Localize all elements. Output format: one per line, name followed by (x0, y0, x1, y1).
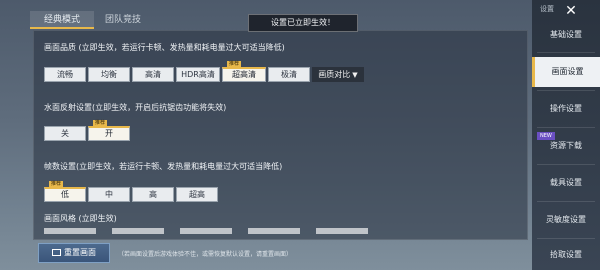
graphics-style-label: 画面风格 (立即生效) (44, 214, 117, 223)
quality-selector: 流畅 均衡 高清 HDR高清 推荐 超高清 极清 画质对比 ▼ (44, 61, 366, 82)
water-option-on[interactable]: 推荐 开 (88, 120, 130, 141)
sidebar-divider (537, 127, 595, 128)
recommended-tag: 推荐 (227, 61, 242, 68)
chevron-down-icon: ▼ (352, 71, 358, 79)
sidebar-item-vehicle[interactable]: 载具设置 (532, 168, 600, 198)
quality-option-balanced[interactable]: 均衡 (88, 67, 130, 82)
screen-icon (52, 249, 61, 256)
quality-option-ultra-hd[interactable]: 推荐 超高清 (222, 61, 266, 82)
tab-classic-mode[interactable]: 经典模式 (30, 11, 94, 29)
quality-option-hdr[interactable]: HDR高清 (176, 67, 220, 82)
sidebar-item-pickup[interactable]: 拾取设置 (532, 240, 600, 270)
style-option-partial[interactable] (44, 228, 96, 234)
sidebar-item-controls[interactable]: 操作设置 (532, 94, 600, 124)
sidebar-divider (537, 90, 595, 91)
quality-option-hd[interactable]: 高清 (132, 67, 174, 82)
water-option-off[interactable]: 关 (44, 126, 86, 141)
frame-rate-selector: 推荐 低 中 高 超高 (44, 181, 220, 202)
water-option-on-label: 开 (105, 129, 113, 138)
recommended-tag: 推荐 (93, 120, 108, 127)
reset-graphics-label: 重置画面 (64, 248, 96, 257)
style-option-partial[interactable] (180, 228, 232, 234)
game-settings-screen: 经典模式 团队竞技 设置已立即生效！ 画面品质 (立即生效，若运行卡顿、发热量和… (0, 0, 600, 270)
quality-option-ultra-hd-label: 超高清 (232, 70, 256, 79)
sidebar-divider (537, 238, 595, 239)
style-option-partial[interactable] (316, 228, 368, 234)
settings-applied-toast: 设置已立即生效！ (248, 14, 358, 32)
quality-compare-dropdown[interactable]: 画质对比 ▼ (312, 67, 364, 82)
sidebar-divider (537, 52, 595, 53)
quality-section-label: 画面品质 (立即生效，若运行卡顿、发热量和耗电量过大可适当降低) (44, 43, 285, 52)
close-icon[interactable]: ✕ (562, 2, 580, 20)
sidebar-item-sensitivity[interactable]: 灵敏度设置 (532, 205, 600, 235)
style-option-partial[interactable] (112, 228, 164, 234)
tab-team-deathmatch[interactable]: 团队竞技 (100, 11, 146, 29)
fps-option-medium[interactable]: 中 (88, 187, 130, 202)
frame-rate-label: 帧数设置(立即生效，若运行卡顿、发热量和耗电量过大可适当降低) (44, 162, 283, 171)
sidebar-divider (537, 164, 595, 165)
sidebar-header: 设置 (540, 5, 554, 13)
sidebar-item-basic[interactable]: 基础设置 (532, 20, 600, 50)
quality-compare-label: 画质对比 (318, 70, 351, 79)
fps-option-ultra[interactable]: 超高 (176, 187, 218, 202)
quality-option-smooth[interactable]: 流畅 (44, 67, 86, 82)
sidebar-item-graphics[interactable]: 画面设置 (532, 57, 600, 87)
water-reflection-toggle: 关 推荐 开 (44, 120, 132, 141)
fps-option-low[interactable]: 推荐 低 (44, 181, 86, 202)
reset-graphics-button[interactable]: 重置画面 (38, 243, 110, 263)
sidebar-divider (537, 201, 595, 202)
quality-option-extreme[interactable]: 极清 (268, 67, 310, 82)
fps-option-high[interactable]: 高 (132, 187, 174, 202)
style-option-partial[interactable] (248, 228, 300, 234)
sidebar-item-downloads[interactable]: 资源下载 (532, 131, 600, 161)
recommended-tag: 推荐 (49, 181, 64, 188)
fps-option-low-label: 低 (61, 190, 69, 199)
reset-hint-text: （若画面设置后游戏体验不佳，或需恢复默认设置，请重置画面） (118, 251, 293, 258)
water-reflection-label: 水面反射设置(立即生效，开启后抗锯齿功能将失效) (44, 103, 227, 112)
